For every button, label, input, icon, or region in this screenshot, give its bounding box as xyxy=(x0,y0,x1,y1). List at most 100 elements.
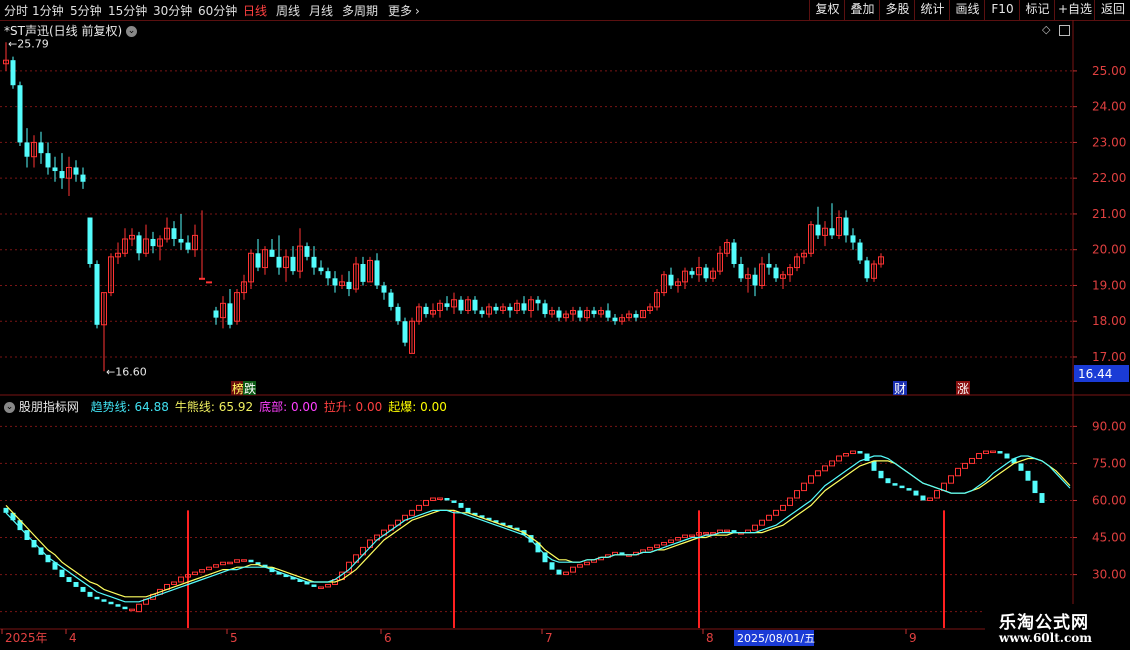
candle-body xyxy=(815,224,821,236)
indicator-bar xyxy=(787,497,793,506)
indicator-bar xyxy=(1032,480,1038,494)
back-button[interactable]: 返回 xyxy=(1094,0,1130,20)
indicator-bar xyxy=(1039,493,1045,503)
indicator-axis-label: 60.00 xyxy=(1092,493,1126,507)
statistics-button[interactable]: 统计 xyxy=(914,0,950,20)
indicator-bar xyxy=(171,581,177,585)
candle-body xyxy=(94,264,100,325)
tab-15min[interactable]: 15分钟 xyxy=(108,2,147,19)
indicator-axis-label: 75.00 xyxy=(1092,456,1126,470)
indicator-bar xyxy=(108,601,114,605)
tab-monthly[interactable]: 月线 xyxy=(309,2,333,19)
time-axis: 2025年 4 5 6 7 8 9 2025/08/01/五 xyxy=(0,628,1130,646)
indicator-bar xyxy=(59,569,65,578)
multi-stock-button[interactable]: 多股 xyxy=(879,0,915,20)
indicator-bar xyxy=(892,483,898,486)
indicator-bar xyxy=(199,569,205,573)
badge-finance: 财 xyxy=(894,382,906,396)
candle-body xyxy=(52,167,58,172)
candle-body xyxy=(45,153,51,168)
candle-body xyxy=(87,217,93,264)
candle-body xyxy=(255,253,261,268)
candle-body xyxy=(458,299,464,311)
add-watchlist-button[interactable]: +自选 xyxy=(1054,0,1095,20)
indicator-bar xyxy=(913,490,919,496)
restore-rights-button[interactable]: 复权 xyxy=(809,0,845,20)
candle-body xyxy=(332,278,338,286)
tab-1min[interactable]: 1分钟 xyxy=(32,2,64,19)
indicator-bar xyxy=(647,546,653,551)
indicator-bar xyxy=(1018,463,1024,471)
draw-line-button[interactable]: 画线 xyxy=(949,0,985,20)
indicator-bar xyxy=(556,569,562,575)
stock-title-text: *ST声迅(日线 前复权) xyxy=(4,24,123,38)
settings-square-icon[interactable] xyxy=(1059,25,1070,36)
candle-body xyxy=(766,264,772,268)
candle-body xyxy=(472,299,478,311)
indicator-bar xyxy=(815,470,821,477)
candle-body xyxy=(150,238,156,247)
candle-body xyxy=(311,256,317,268)
indicator-bar xyxy=(1025,470,1031,481)
tab-multi-period[interactable]: 多周期 xyxy=(342,2,378,19)
candle-body xyxy=(185,242,191,250)
diamond-icon[interactable]: ◇ xyxy=(1042,23,1050,36)
candle-body xyxy=(290,256,296,272)
indicator-bar xyxy=(115,604,121,607)
current-price-label: 16.44 xyxy=(1078,367,1112,381)
indicator-bar xyxy=(234,559,240,563)
indicator-chart[interactable]: 90.0075.0060.0045.0030.0015.00 xyxy=(0,396,1130,628)
indicator-bar xyxy=(248,559,254,563)
candle-body xyxy=(136,235,142,254)
indicator-bar xyxy=(801,482,807,492)
candle-body xyxy=(752,274,758,286)
indicator-bar xyxy=(311,584,317,587)
indicator-bar xyxy=(808,475,814,484)
chevron-down-icon[interactable]: ⌄ xyxy=(4,402,15,413)
indicator-bar xyxy=(983,450,989,455)
candle-body xyxy=(24,142,30,157)
tab-30min[interactable]: 30分钟 xyxy=(153,2,192,19)
candlestick-chart[interactable]: 25.00 24.00 23.00 22.00 21.00 20.00 19.00 18.00… xyxy=(0,20,1130,396)
candle-body xyxy=(535,299,541,304)
candle-body xyxy=(689,271,695,275)
time-axis-label: 4 xyxy=(69,631,77,645)
candle-body xyxy=(276,256,282,268)
indicator-name: 股朋指标网 xyxy=(18,400,79,414)
indicator-bar xyxy=(780,504,786,511)
tab-intraday[interactable]: 分时 xyxy=(4,2,28,19)
tab-weekly[interactable]: 周线 xyxy=(276,2,300,19)
indicator-bar xyxy=(423,499,429,506)
candle-body xyxy=(360,264,366,282)
indicator-bar xyxy=(990,450,996,454)
indicator-bar xyxy=(899,485,905,489)
indicator-bar xyxy=(759,519,765,526)
indicator-bar xyxy=(3,507,9,513)
time-axis-label: 9 xyxy=(909,631,917,645)
indicator-bar xyxy=(94,596,100,600)
tab-daily[interactable]: 日线 xyxy=(243,2,267,19)
indicator-bar xyxy=(87,591,93,597)
price-axis-label: 25.00 xyxy=(1092,64,1126,78)
candle-body xyxy=(213,310,219,318)
f10-button[interactable]: F10 xyxy=(984,0,1020,20)
mark-button[interactable]: 标记 xyxy=(1019,0,1055,20)
chevron-down-icon[interactable]: ⌄ xyxy=(125,26,137,37)
indicator-bar xyxy=(969,457,975,464)
candle-body xyxy=(850,235,856,243)
candle-body xyxy=(269,249,275,257)
candle-body xyxy=(731,242,737,264)
time-axis-label: 2025年 xyxy=(5,631,48,645)
candle-body xyxy=(318,267,324,272)
bull-bear-line xyxy=(5,457,1071,598)
tab-60min[interactable]: 60分钟 xyxy=(198,2,237,19)
tab-more[interactable]: 更多 › xyxy=(388,2,420,19)
indicator-bar xyxy=(885,478,891,484)
indicator-bar xyxy=(766,514,772,521)
overlay-button[interactable]: 叠加 xyxy=(844,0,880,20)
tab-5min[interactable]: 5分钟 xyxy=(70,2,102,19)
candle-body xyxy=(395,306,401,322)
candle-body xyxy=(857,242,863,261)
time-axis-label: 5 xyxy=(230,631,238,645)
candle-body xyxy=(199,277,205,280)
